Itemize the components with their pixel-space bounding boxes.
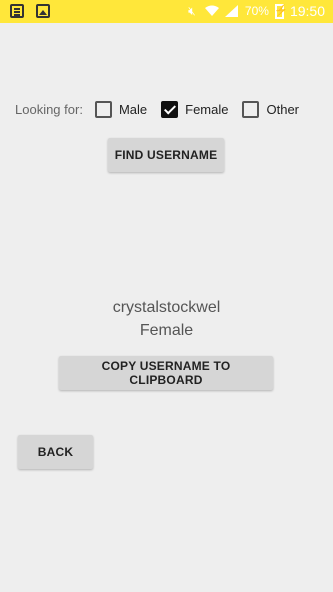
image-icon — [36, 4, 50, 18]
status-bar: 🔇︎ 70% 19:50 — [0, 0, 333, 23]
gender-filter-row: Looking for: Male Female Other — [15, 98, 313, 120]
find-username-button[interactable]: FIND USERNAME — [108, 138, 224, 172]
notes-icon — [10, 4, 24, 18]
result-gender: Female — [139, 322, 194, 339]
other-checkbox-group[interactable]: Other — [242, 100, 299, 118]
looking-for-label: Looking for: — [15, 101, 83, 117]
copy-username-button[interactable]: COPY USERNAME TO CLIPBOARD — [59, 356, 273, 390]
signal-icon — [225, 4, 239, 18]
male-checkbox[interactable] — [94, 100, 112, 118]
female-checkbox[interactable] — [161, 100, 179, 118]
back-button[interactable]: BACK — [18, 435, 93, 469]
status-bar-left — [10, 4, 50, 18]
female-checkbox-group[interactable]: Female — [161, 100, 228, 118]
mute-icon: 🔇︎ — [188, 3, 196, 18]
other-label[interactable]: Other — [266, 102, 299, 117]
result-username: crystalstockwel — [112, 299, 221, 316]
other-checkbox[interactable] — [242, 100, 260, 118]
battery-percent: 70% — [244, 4, 269, 18]
male-checkbox-group[interactable]: Male — [94, 100, 147, 118]
battery-charging-icon — [274, 3, 288, 19]
clock: 19:50 — [289, 3, 325, 19]
male-label[interactable]: Male — [119, 102, 147, 117]
female-label[interactable]: Female — [185, 102, 228, 117]
wifi-icon — [204, 4, 219, 18]
status-bar-right: 🔇︎ 70% 19:50 — [185, 3, 325, 19]
